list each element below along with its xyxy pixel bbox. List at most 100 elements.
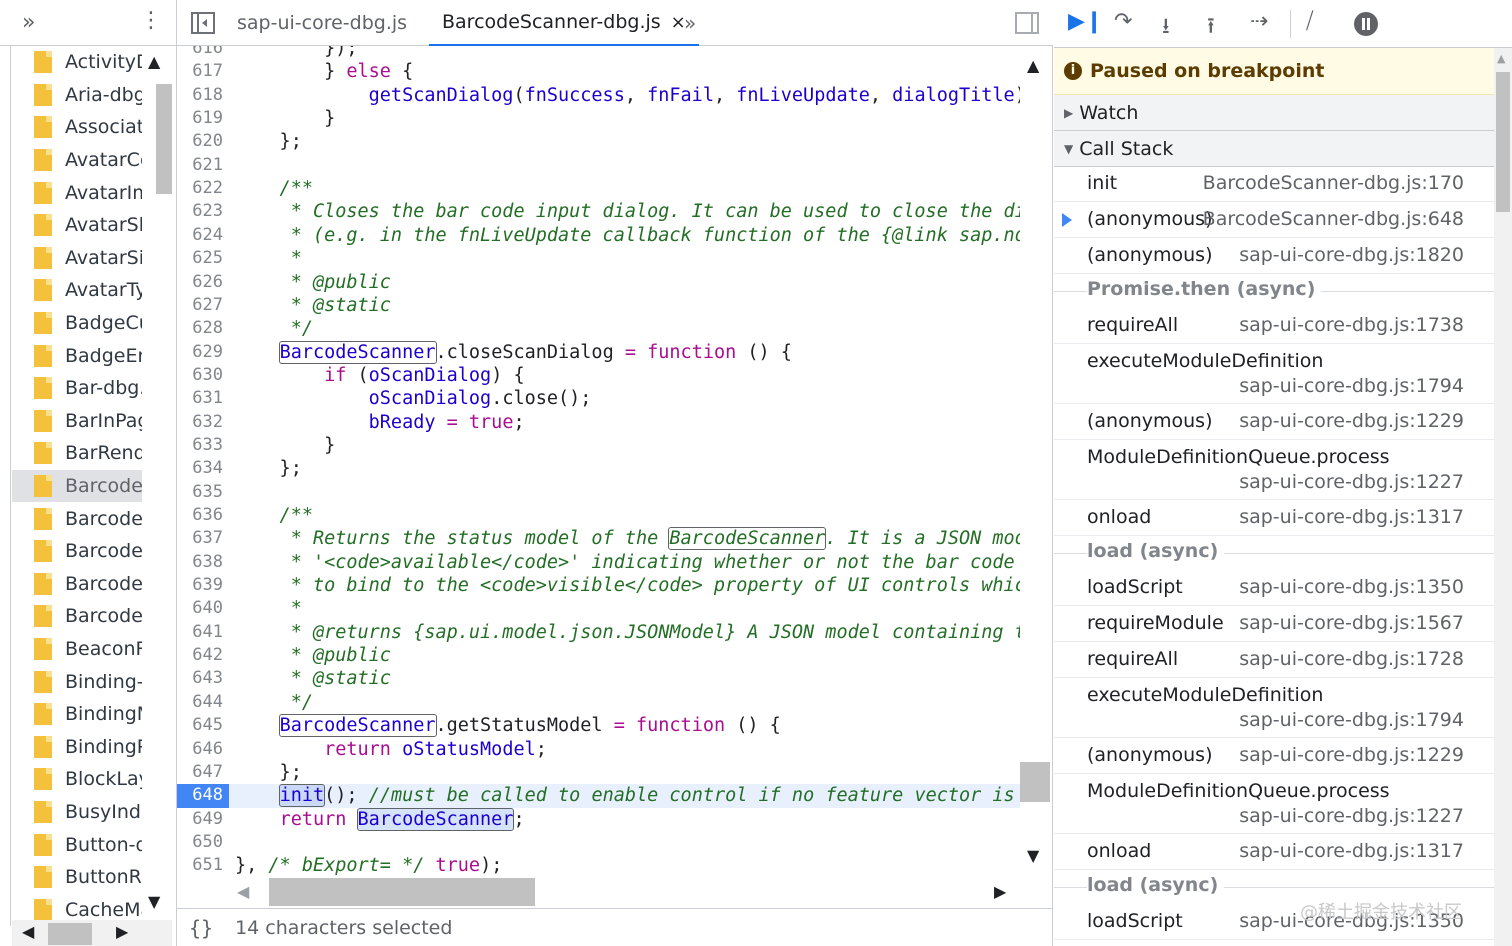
code-line[interactable]: 621 (177, 154, 1020, 177)
file-tree-item[interactable]: BarInPag (12, 405, 142, 438)
file-tree-item[interactable]: BusyIndi (12, 796, 142, 829)
file-tree-item[interactable]: BlockLay (12, 763, 142, 796)
code-line[interactable]: 622 /** (177, 177, 1020, 200)
line-number[interactable]: 617 (177, 60, 223, 83)
tab-barcodescanner[interactable]: BarcodeScanner-dbg.js × (429, 0, 699, 46)
step-out-icon[interactable]: ⭱ (1207, 9, 1215, 47)
line-number[interactable]: 651 (177, 854, 223, 876)
file-tree-item[interactable]: BadgeEn (12, 339, 142, 372)
call-frame[interactable]: ModuleDefinitionQueue.process sap-ui-core… (1054, 774, 1494, 834)
call-frame[interactable]: (anonymous) sap-ui-core-dbg.js:1820 (1054, 238, 1494, 274)
line-number[interactable]: 629 (177, 341, 223, 364)
scroll-left-icon[interactable]: ◀ (237, 882, 249, 901)
line-number[interactable]: 639 (177, 574, 223, 597)
line-number[interactable]: 637 (177, 527, 223, 550)
call-stack-section-header[interactable]: ▼ Call Stack (1054, 131, 1494, 167)
scroll-thumb[interactable] (48, 923, 92, 945)
code-line[interactable]: 623 * Closes the bar code input dialog. … (177, 200, 1020, 223)
more-tabs-icon[interactable]: » (22, 10, 35, 35)
code-line[interactable]: 632 bReady = true; (177, 411, 1020, 434)
line-number[interactable]: 647 (177, 761, 223, 784)
file-tree-item[interactable]: BindingP (12, 730, 142, 763)
code-line[interactable]: 627 * @static (177, 294, 1020, 317)
toggle-navigator-icon[interactable] (191, 12, 215, 34)
scroll-down-icon[interactable]: ▼ (148, 892, 160, 911)
line-number[interactable]: 632 (177, 411, 223, 434)
line-number[interactable]: 616 (177, 46, 223, 60)
code-line[interactable]: 617 } else { (177, 60, 1020, 83)
line-number[interactable]: 618 (177, 84, 223, 107)
call-frame[interactable]: (anonymous) sap-ui-core-dbg.js:1229 (1054, 404, 1494, 440)
call-frame[interactable]: executeModuleDefinition sap-ui-core-dbg.j… (1054, 344, 1494, 404)
line-number[interactable]: 643 (177, 667, 223, 690)
frame-location-link[interactable]: sap-ui-core-dbg.js:1350 (1239, 576, 1464, 598)
line-number[interactable]: 648 (177, 784, 229, 808)
scroll-right-icon[interactable]: ▶ (994, 882, 1006, 901)
editor-horizontal-scrollbar[interactable]: ◀ ▶ (229, 876, 1020, 908)
scroll-thumb[interactable] (269, 878, 535, 906)
file-tree-item[interactable]: BadgeCu (12, 307, 142, 340)
code-line[interactable]: 644 */ (177, 691, 1020, 714)
line-number[interactable]: 645 (177, 714, 223, 737)
file-tree-item[interactable]: Button-d (12, 828, 142, 861)
frame-location-link[interactable]: BarcodeScanner-dbg.js:170 (1203, 172, 1464, 194)
pause-on-exceptions-icon[interactable] (1354, 12, 1378, 36)
line-number[interactable]: 646 (177, 738, 223, 761)
file-tree-item[interactable]: BarcodeS (12, 600, 142, 633)
line-number[interactable]: 626 (177, 271, 223, 294)
step-into-icon[interactable]: ⭳ (1162, 9, 1170, 47)
code-line[interactable]: 641 * @returns {sap.ui.model.json.JSONMo… (177, 621, 1020, 644)
file-tree-item[interactable]: BarRende (12, 437, 142, 470)
resume-icon[interactable]: ▶❙ (1068, 9, 1103, 34)
code-line[interactable]: 626 * @public (177, 271, 1020, 294)
code-line[interactable]: 638 * '<code>available</code>' indicatin… (177, 551, 1020, 574)
code-line[interactable]: 651}, /* bExport= */ true); (177, 854, 1020, 876)
file-tree-item[interactable]: ActivityD (12, 46, 142, 79)
scroll-up-icon[interactable]: ▲ (1497, 52, 1505, 65)
frame-location-link[interactable]: sap-ui-core-dbg.js:1738 (1239, 314, 1464, 336)
line-number[interactable]: 620 (177, 130, 223, 153)
code-line[interactable]: 643 * @static (177, 667, 1020, 690)
file-tree-item[interactable]: AvatarCo (12, 144, 142, 177)
line-number[interactable]: 628 (177, 317, 223, 340)
call-frame[interactable]: loadScript sap-ui-core-dbg.js:1350 (1054, 570, 1494, 606)
code-line[interactable]: 625 * (177, 247, 1020, 270)
file-tree-item[interactable]: Binding- (12, 665, 142, 698)
code-line[interactable]: 647 }; (177, 761, 1020, 784)
debugger-scrollbar[interactable]: ▲ (1494, 48, 1512, 946)
frame-location-link[interactable]: sap-ui-core-dbg.js:1567 (1239, 612, 1464, 634)
frame-location-link[interactable]: sap-ui-core-dbg.js:1728 (1239, 648, 1464, 670)
more-tabs-icon[interactable]: » (684, 11, 696, 35)
line-number[interactable]: 624 (177, 224, 223, 247)
file-tree-item[interactable]: BarcodeS (12, 568, 142, 601)
file-tree-item[interactable]: Aria-dbg (12, 79, 142, 112)
file-tree-item[interactable]: AvatarSiz (12, 242, 142, 275)
frame-location-link[interactable]: sap-ui-core-dbg.js:1820 (1239, 244, 1464, 266)
code-line[interactable]: 620 }; (177, 130, 1020, 153)
call-frame[interactable]: executeModuleDefinition sap-ui-core-dbg.j… (1054, 678, 1494, 738)
line-number[interactable]: 625 (177, 247, 223, 270)
line-number[interactable]: 634 (177, 457, 223, 480)
line-number[interactable]: 641 (177, 621, 223, 644)
frame-location-link[interactable]: sap-ui-core-dbg.js:1794 (1239, 709, 1464, 731)
frame-location-link[interactable]: BarcodeScanner-dbg.js:648 (1203, 208, 1464, 230)
line-number[interactable]: 630 (177, 364, 223, 387)
line-number[interactable]: 638 (177, 551, 223, 574)
call-frame[interactable]: onload sap-ui-core-dbg.js:1317 (1054, 834, 1494, 870)
file-tree-item[interactable]: BindingM (12, 698, 142, 731)
navigator-menu-icon[interactable]: ⋮ (140, 8, 162, 33)
frame-location-link[interactable]: sap-ui-core-dbg.js:1317 (1239, 840, 1464, 862)
line-number[interactable]: 627 (177, 294, 223, 317)
call-frame[interactable]: ModuleDefinitionQueue.process sap-ui-core… (1054, 440, 1494, 500)
code-line[interactable]: 630 if (oScanDialog) { (177, 364, 1020, 387)
deactivate-breakpoints-icon[interactable]: ⧸ (1306, 9, 1313, 34)
file-tree-item[interactable]: CacheMa (12, 893, 142, 920)
toggle-debugger-icon[interactable] (1015, 12, 1039, 34)
watch-section-header[interactable]: ▶ Watch (1054, 95, 1494, 131)
call-frame[interactable]: onload sap-ui-core-dbg.js:1317 (1054, 500, 1494, 536)
frame-location-link[interactable]: sap-ui-core-dbg.js:1227 (1239, 471, 1464, 493)
code-line[interactable]: 649 return BarcodeScanner; (177, 807, 1020, 831)
code-line[interactable]: 646 return oStatusModel; (177, 738, 1020, 761)
line-number[interactable]: 650 (177, 831, 223, 854)
call-frame[interactable]: requireModule sap-ui-core-dbg.js:1567 (1054, 606, 1494, 642)
